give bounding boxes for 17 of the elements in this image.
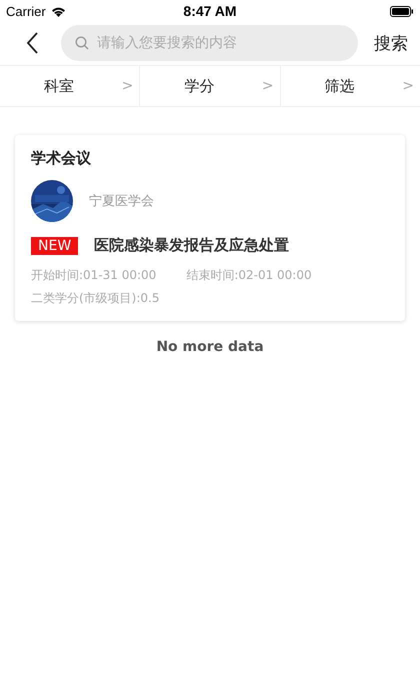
search-icon: [75, 36, 89, 50]
event-title: 医院感染暴发报告及应急处置: [94, 236, 290, 255]
back-icon: [26, 31, 39, 55]
organizer-name: 宁夏医学会: [89, 193, 154, 210]
carrier-label: Carrier: [6, 4, 46, 18]
category-title: 学术会议: [31, 149, 91, 168]
end-time: 结束时间:02-01 00:00: [186, 267, 312, 284]
event-card[interactable]: 学术会议 宁夏医学会 NEW 医院感染暴发报告及应急处置 开始时间:01-31 00:00 结束时间:02-01 00:00 二类学分(市级项目):0.5: [15, 135, 405, 321]
no-more-data-label: No more data: [156, 339, 264, 355]
wifi-icon: [50, 6, 66, 16]
new-badge: NEW: [31, 236, 78, 254]
battery-icon: [390, 6, 414, 16]
credit-info: 二类学分(市级项目):0.5: [31, 290, 160, 307]
start-time: 开始时间:01-31 00:00: [31, 267, 156, 284]
search-button[interactable]: 搜索: [370, 32, 412, 54]
search-field[interactable]: 请输入您要搜索的内容: [61, 25, 358, 61]
status-time: 8:47 AM: [183, 3, 237, 19]
